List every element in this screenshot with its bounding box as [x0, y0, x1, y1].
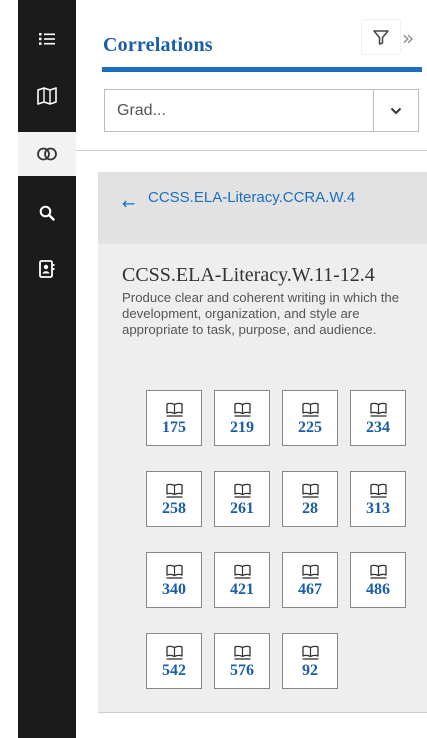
page-number: 225: [298, 418, 322, 436]
book-icon: [233, 402, 251, 417]
book-icon: [165, 402, 183, 417]
page-link-tile[interactable]: 486: [350, 552, 406, 608]
page-link-tile[interactable]: 542: [146, 633, 202, 689]
page-link-tile[interactable]: 28: [282, 471, 338, 527]
page-number: 234: [366, 418, 390, 436]
page-link-tile[interactable]: 340: [146, 552, 202, 608]
grade-select[interactable]: Grad...: [104, 89, 419, 132]
page-link-tile[interactable]: 467: [282, 552, 338, 608]
back-to-parent-standard[interactable]: ← CCSS.ELA-Literacy.CCRA.W.4: [98, 172, 427, 244]
book-icon: [369, 483, 387, 498]
page-link-tile[interactable]: 313: [350, 471, 406, 527]
book-icon: [301, 402, 319, 417]
contact-card-icon: [39, 260, 55, 278]
grade-select-value: Grad...: [117, 101, 166, 119]
page-number: 258: [162, 499, 186, 517]
filter-icon: [373, 29, 389, 45]
page-number: 313: [366, 499, 390, 517]
page-number: 92: [302, 661, 318, 679]
page-link-tile[interactable]: 258: [146, 471, 202, 527]
rail-item-search[interactable]: [18, 191, 76, 235]
rail-item-map[interactable]: [18, 74, 76, 118]
expand-panel-button[interactable]: »: [402, 28, 414, 48]
filter-button[interactable]: [362, 20, 400, 54]
panel-title: Correlations: [103, 34, 213, 56]
correlations-panel: Correlations » Grad... ← CCSS.ELA-Litera…: [76, 0, 427, 738]
book-icon: [301, 483, 319, 498]
book-icon: [369, 564, 387, 579]
page-number: 261: [230, 499, 254, 517]
bottom-divider: [98, 712, 427, 713]
book-icon: [233, 564, 251, 579]
map-icon: [37, 87, 57, 105]
page-link-tile[interactable]: 576: [214, 633, 270, 689]
page-link-tile[interactable]: 421: [214, 552, 270, 608]
parent-standard-link[interactable]: CCSS.ELA-Literacy.CCRA.W.4: [148, 189, 378, 207]
standard-description: Produce clear and coherent writing in wh…: [122, 290, 400, 337]
page-link-tile[interactable]: 219: [214, 390, 270, 446]
book-icon: [165, 645, 183, 660]
book-icon: [165, 564, 183, 579]
page-number: 486: [366, 580, 390, 598]
page-link-tile[interactable]: 92: [282, 633, 338, 689]
page-link-tile[interactable]: 261: [214, 471, 270, 527]
book-icon: [369, 402, 387, 417]
page-number: 175: [162, 418, 186, 436]
list-icon: [39, 33, 55, 45]
page-number: 219: [230, 418, 254, 436]
rail-item-correlations[interactable]: [18, 132, 76, 176]
page-link-tile[interactable]: 175: [146, 390, 202, 446]
book-icon: [301, 645, 319, 660]
page-link-tile[interactable]: 225: [282, 390, 338, 446]
page-number: 340: [162, 580, 186, 598]
standard-detail: ← CCSS.ELA-Literacy.CCRA.W.4 CCSS.ELA-Li…: [98, 172, 427, 712]
icon-rail: [18, 0, 76, 738]
book-icon: [233, 645, 251, 660]
back-arrow-icon: ←: [122, 194, 136, 213]
correlations-rings-icon: [37, 147, 57, 161]
standard-code: CCSS.ELA-Literacy.W.11-12.4: [122, 264, 375, 286]
search-icon: [39, 205, 55, 221]
chevron-down-icon[interactable]: [374, 107, 418, 115]
rail-item-list[interactable]: [18, 17, 76, 61]
page-number: 542: [162, 661, 186, 679]
book-icon: [233, 483, 251, 498]
page-link-tile[interactable]: 234: [350, 390, 406, 446]
book-icon: [165, 483, 183, 498]
rail-item-contact[interactable]: [18, 247, 76, 291]
header-divider: [76, 150, 427, 151]
page-number: 467: [298, 580, 322, 598]
page-number: 28: [302, 499, 318, 517]
page-number: 421: [230, 580, 254, 598]
title-underline: [102, 67, 422, 72]
page-number: 576: [230, 661, 254, 679]
book-icon: [301, 564, 319, 579]
